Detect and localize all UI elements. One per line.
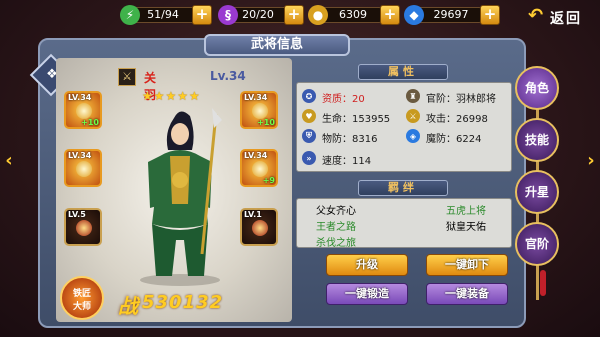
- back-arrow-icon: ↶: [528, 5, 544, 26]
- power-value: 530132: [142, 292, 224, 313]
- diamond-icon: ◆: [404, 5, 424, 25]
- swirl-icon: §: [218, 5, 238, 25]
- stamina-resource: ⚡ 51/94 +: [120, 5, 212, 25]
- fate-item[interactable]: 父女齐心: [316, 202, 356, 217]
- slot-level: LV.34: [244, 151, 268, 160]
- attack-row: ⚔ 攻击：26998: [406, 108, 510, 125]
- speed-row: » 速度：114: [302, 150, 402, 167]
- resource-bar: ⚡ 51/94 + § 20/20 + ● 6309 + ◆ 29697 + ↶…: [0, 0, 600, 32]
- gems-resource: ◆ 29697 +: [404, 5, 500, 25]
- hp-icon: ♥: [302, 109, 316, 123]
- tab-rank[interactable]: 官阶: [515, 222, 559, 266]
- forge-all-button[interactable]: 一键锻造: [326, 283, 408, 305]
- add-gold-button[interactable]: +: [380, 5, 400, 25]
- lightning-icon: ⚡: [120, 5, 140, 25]
- hero-level: Lv.34: [210, 69, 246, 83]
- pdef-row: ⛨ 物防：8316: [302, 128, 402, 145]
- aptitude-value: 20: [352, 94, 365, 105]
- master-label-top: 铁匠: [72, 289, 91, 299]
- rank-icon: ♜: [406, 89, 420, 103]
- rank-row: ♜ 官阶：羽林郎将: [406, 88, 510, 105]
- fate-item[interactable]: 杀伐之旅: [316, 234, 356, 249]
- pdef-value: 物防：8316: [322, 134, 378, 145]
- equipment-slot-left-3[interactable]: LV.5: [64, 208, 102, 246]
- boots-icon: [252, 161, 268, 177]
- slot-level: LV.1: [244, 210, 262, 219]
- weapon-type-icon: ⚔: [118, 68, 136, 86]
- slot-level: LV.34: [68, 151, 92, 160]
- aptitude-row: ✪ 资质：20: [302, 88, 402, 105]
- slot-refine: +10: [257, 118, 275, 127]
- tab-star-up[interactable]: 升星: [515, 170, 559, 214]
- gold-resource: ● 6309 +: [308, 5, 400, 25]
- equipment-slot-right-1[interactable]: LV.34 +10: [240, 91, 278, 129]
- rank-value: 羽林郎将: [456, 94, 496, 105]
- slot-level: LV.34: [68, 93, 92, 102]
- back-label: 返回: [550, 11, 582, 27]
- treasure-icon: [76, 220, 92, 236]
- back-button[interactable]: ↶ 返回: [528, 6, 594, 28]
- gold-value: 6309: [339, 8, 367, 21]
- shield-icon: ⛨: [302, 129, 316, 143]
- previous-hero-arrow-icon[interactable]: ‹: [2, 150, 16, 172]
- unequip-all-button[interactable]: 一键卸下: [426, 254, 508, 276]
- magic-shield-icon: ◈: [406, 129, 420, 143]
- tassel-decoration: [540, 270, 546, 296]
- page-title: 武将信息: [204, 34, 350, 56]
- upgrade-button[interactable]: 升级: [326, 254, 408, 276]
- fate-item[interactable]: 狱皇天佑: [446, 218, 486, 233]
- weapon-icon: [252, 103, 268, 119]
- attack-value: 攻击：26998: [426, 114, 488, 125]
- slot-level: LV.34: [244, 93, 268, 102]
- fate-item[interactable]: 五虎上将: [446, 202, 486, 217]
- sword-icon: ⚔: [406, 109, 420, 123]
- equipment-slot-right-2[interactable]: LV.34 +9: [240, 149, 278, 187]
- tab-skills[interactable]: 技能: [515, 118, 559, 162]
- mdef-row: ◈ 魔防：6224: [406, 128, 510, 145]
- hp-value: 生命：153955: [322, 114, 391, 125]
- mdef-value: 魔防：6224: [426, 134, 482, 145]
- helmet-icon: [76, 103, 92, 119]
- equipment-slot-right-3[interactable]: LV.1: [240, 208, 278, 246]
- add-gems-button[interactable]: +: [480, 5, 500, 25]
- fate-header: 羁绊: [358, 180, 448, 196]
- add-stamina-button[interactable]: +: [192, 5, 212, 25]
- speed-value: 速度：114: [322, 156, 372, 167]
- boot-icon: »: [302, 151, 316, 165]
- energy-value: 20/20: [242, 8, 274, 21]
- slot-refine: +10: [81, 118, 99, 127]
- smith-master-badge[interactable]: 铁匠 大师: [60, 276, 104, 320]
- gems-value: 29697: [433, 8, 469, 21]
- hp-row: ♥ 生命：153955: [302, 108, 402, 125]
- power-prefix: 战: [118, 294, 138, 318]
- tab-character[interactable]: 角色: [515, 66, 559, 110]
- aptitude-icon: ✪: [302, 89, 316, 103]
- stamina-value: 51/94: [147, 8, 179, 21]
- hero-portrait: [140, 108, 222, 286]
- energy-resource: § 20/20 +: [218, 5, 310, 25]
- slot-refine: +9: [262, 176, 275, 185]
- aptitude-label: 资质：: [322, 94, 352, 105]
- rank-label: 官阶：: [426, 94, 456, 105]
- master-label-bottom: 大师: [72, 302, 91, 312]
- armor-icon: [76, 161, 92, 177]
- add-energy-button[interactable]: +: [284, 5, 304, 25]
- hero-star-rating: ★★★★★: [142, 89, 201, 103]
- fate-item[interactable]: 王者之路: [316, 218, 356, 233]
- attributes-header: 属性: [358, 64, 448, 80]
- equip-all-button[interactable]: 一键装备: [426, 283, 508, 305]
- equipment-slot-left-2[interactable]: LV.34: [64, 149, 102, 187]
- next-hero-arrow-icon[interactable]: ›: [584, 150, 598, 172]
- coin-icon: ●: [308, 5, 328, 25]
- slot-level: LV.5: [68, 210, 86, 219]
- equipment-slot-left-1[interactable]: LV.34 +10: [64, 91, 102, 129]
- orb-icon: [252, 220, 268, 236]
